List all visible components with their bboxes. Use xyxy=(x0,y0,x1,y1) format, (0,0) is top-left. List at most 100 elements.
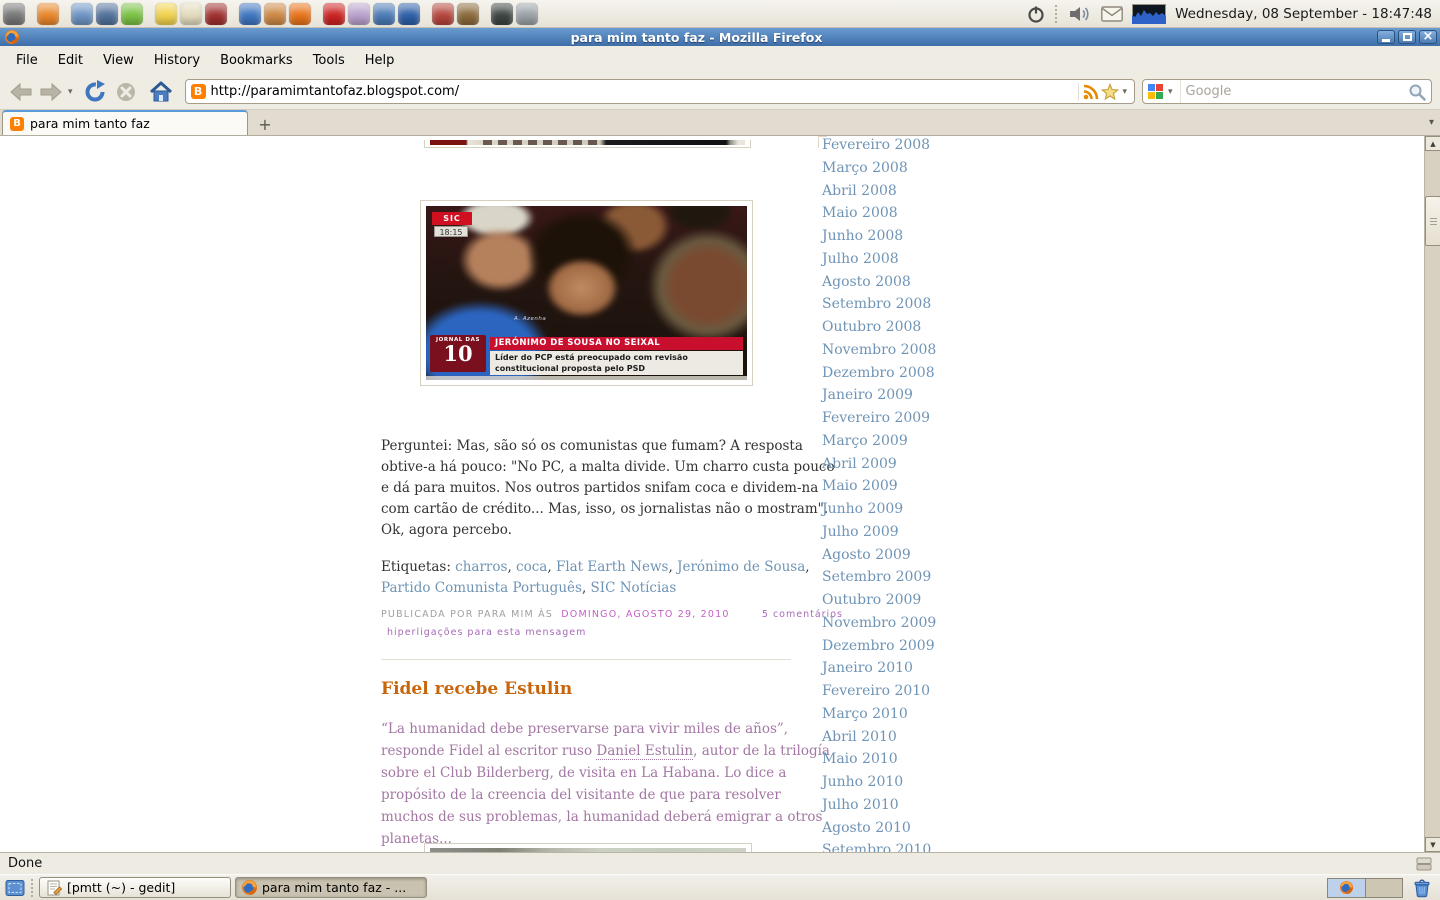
mail-envelope-icon[interactable] xyxy=(1101,5,1123,22)
home-button[interactable] xyxy=(149,81,173,103)
menu-item[interactable]: Help xyxy=(355,49,405,72)
scroll-up-button[interactable]: ▲ xyxy=(1425,136,1440,151)
archive-month-link[interactable]: Fevereiro 2008 xyxy=(822,137,930,153)
thunderbird-icon[interactable] xyxy=(373,2,395,25)
maximize-button[interactable] xyxy=(1398,30,1416,44)
close-button[interactable]: × xyxy=(1419,30,1437,44)
location-bar[interactable]: B ▾ xyxy=(184,79,1135,104)
menu-item[interactable]: Tools xyxy=(303,49,355,72)
search-engine-dropdown-icon[interactable]: ▾ xyxy=(1166,87,1175,97)
stop-button[interactable] xyxy=(115,81,137,103)
archive-month-link[interactable]: Novembro 2009 xyxy=(822,615,936,631)
label-link[interactable]: Partido Comunista Português xyxy=(381,580,582,596)
search-bar[interactable]: ▾ xyxy=(1142,79,1432,104)
post-title-link[interactable]: Fidel recebe Estulin xyxy=(381,679,572,699)
archive-month-link[interactable]: Julho 2008 xyxy=(822,251,899,267)
rss-feed-icon[interactable] xyxy=(1082,83,1100,101)
archive-month-link[interactable]: Novembro 2008 xyxy=(822,342,936,358)
archive-month-link[interactable]: Fevereiro 2010 xyxy=(822,683,930,699)
archive-month-link[interactable]: Agosto 2008 xyxy=(822,274,911,290)
label-link[interactable]: Jerónimo de Sousa xyxy=(677,559,805,575)
search-magnifier-icon[interactable] xyxy=(1408,83,1426,101)
archive-month-link[interactable]: Setembro 2010 xyxy=(822,842,931,852)
search-engine-selector[interactable]: ▾ xyxy=(1143,80,1181,103)
archive-month-link[interactable]: Agosto 2009 xyxy=(822,547,911,563)
post-date-link[interactable]: DOMINGO, AGOSTO 29, 2010 xyxy=(561,609,729,620)
archive-month-link[interactable]: Março 2009 xyxy=(822,433,908,449)
menu-item[interactable]: History xyxy=(144,49,210,72)
new-tab-button[interactable]: + xyxy=(252,113,278,135)
movie-editor-icon[interactable] xyxy=(96,2,118,25)
archive-month-link[interactable]: Dezembro 2009 xyxy=(822,638,935,654)
archive-month-link[interactable]: Outubro 2008 xyxy=(822,319,921,335)
bookmark-star-icon[interactable] xyxy=(1101,82,1120,101)
archive-month-link[interactable]: Junho 2009 xyxy=(822,501,903,517)
menu-item[interactable]: File xyxy=(6,49,48,72)
scroll-down-button[interactable]: ▼ xyxy=(1425,837,1440,852)
archive-month-link[interactable]: Setembro 2009 xyxy=(822,569,931,585)
taskbar-button-firefox[interactable]: para mim tanto faz - ... xyxy=(235,877,427,898)
minimize-button[interactable] xyxy=(1377,30,1395,44)
label-link[interactable]: Flat Earth News xyxy=(556,559,669,575)
archive-month-link[interactable]: Abril 2009 xyxy=(822,456,897,472)
archive-month-link[interactable]: Fevereiro 2009 xyxy=(822,410,930,426)
back-button[interactable] xyxy=(8,82,34,102)
tab-list-dropdown-icon[interactable]: ▾ xyxy=(1429,117,1434,128)
history-dropdown-icon[interactable]: ▾ xyxy=(66,87,75,97)
post2-image-clipped-bottom[interactable] xyxy=(424,843,752,852)
archive-month-link[interactable]: Agosto 2010 xyxy=(822,820,911,836)
archive-month-link[interactable]: Abril 2008 xyxy=(822,183,897,199)
statusbar-extension-icon[interactable] xyxy=(1416,857,1432,871)
location-dropdown-icon[interactable]: ▾ xyxy=(1120,87,1129,97)
orange-swirl-icon[interactable] xyxy=(37,2,59,25)
archive-month-link[interactable]: Março 2010 xyxy=(822,706,908,722)
archive-month-link[interactable]: Março 2008 xyxy=(822,160,908,176)
archive-month-link[interactable]: Dezembro 2008 xyxy=(822,365,935,381)
trash-icon[interactable] xyxy=(1412,878,1432,898)
menu-item[interactable]: Edit xyxy=(48,49,93,72)
vertical-scrollbar[interactable]: ▲ ▼ xyxy=(1424,136,1440,852)
show-desktop-button[interactable] xyxy=(5,879,25,897)
menu-item[interactable]: Bookmarks xyxy=(210,49,303,72)
archive-month-link[interactable]: Abril 2010 xyxy=(822,729,897,745)
paper-bag-icon[interactable] xyxy=(457,2,479,25)
search-input[interactable] xyxy=(1180,84,1408,99)
forward-button[interactable] xyxy=(38,82,64,102)
archive-month-link[interactable]: Maio 2010 xyxy=(822,751,898,767)
daniel-estulin-link[interactable]: Daniel Estulin xyxy=(596,743,694,760)
blue-globe-icon[interactable] xyxy=(398,2,420,25)
label-link[interactable]: SIC Notícias xyxy=(591,580,677,596)
post-image-tv-still[interactable]: SIC 18:15 A. Azenha JORNAL DAS 10 JERÓNI… xyxy=(420,200,753,386)
archive-month-link[interactable]: Julho 2010 xyxy=(822,797,899,813)
power-icon[interactable] xyxy=(1026,4,1046,24)
notepad-pencil-icon[interactable] xyxy=(180,2,202,25)
archive-month-link[interactable]: Maio 2008 xyxy=(822,205,898,221)
label-link[interactable]: charros xyxy=(455,559,507,575)
archive-month-link[interactable]: Junho 2008 xyxy=(822,228,903,244)
panel-clock[interactable]: Wednesday, 08 September - 18:47:48 xyxy=(1175,6,1432,22)
archive-month-link[interactable]: Janeiro 2009 xyxy=(822,387,913,403)
pidgin-bird-icon[interactable] xyxy=(348,2,370,25)
volume-icon[interactable] xyxy=(1068,5,1092,23)
archive-month-link[interactable]: Janeiro 2010 xyxy=(822,660,913,676)
package-icon[interactable] xyxy=(432,2,454,25)
tab-para-mim-tanto-faz[interactable]: B para mim tanto faz xyxy=(2,110,248,135)
water-drop-icon[interactable] xyxy=(239,2,261,25)
archive-month-link[interactable]: Junho 2010 xyxy=(822,774,903,790)
url-input[interactable] xyxy=(210,84,1079,99)
reload-button[interactable] xyxy=(83,79,107,104)
window-titlebar[interactable]: para mim tanto faz - Mozilla Firefox × xyxy=(0,28,1440,46)
terminal-icon[interactable] xyxy=(491,2,513,25)
system-monitor-applet[interactable] xyxy=(1132,3,1167,24)
gnome-foot-icon[interactable] xyxy=(3,2,25,25)
archive-month-link[interactable]: Outubro 2009 xyxy=(822,592,921,608)
menu-item[interactable]: View xyxy=(93,49,144,72)
backlinks-link[interactable]: hiperligações para esta mensagem xyxy=(387,627,586,638)
archive-month-link[interactable]: Maio 2009 xyxy=(822,478,898,494)
sticky-note-icon[interactable] xyxy=(155,2,177,25)
webcam-video-icon[interactable] xyxy=(71,2,93,25)
red-x-icon[interactable] xyxy=(323,2,345,25)
label-link[interactable]: coca xyxy=(516,559,547,575)
dictionary-icon[interactable] xyxy=(205,2,227,25)
archive-month-link[interactable]: Setembro 2008 xyxy=(822,296,931,312)
